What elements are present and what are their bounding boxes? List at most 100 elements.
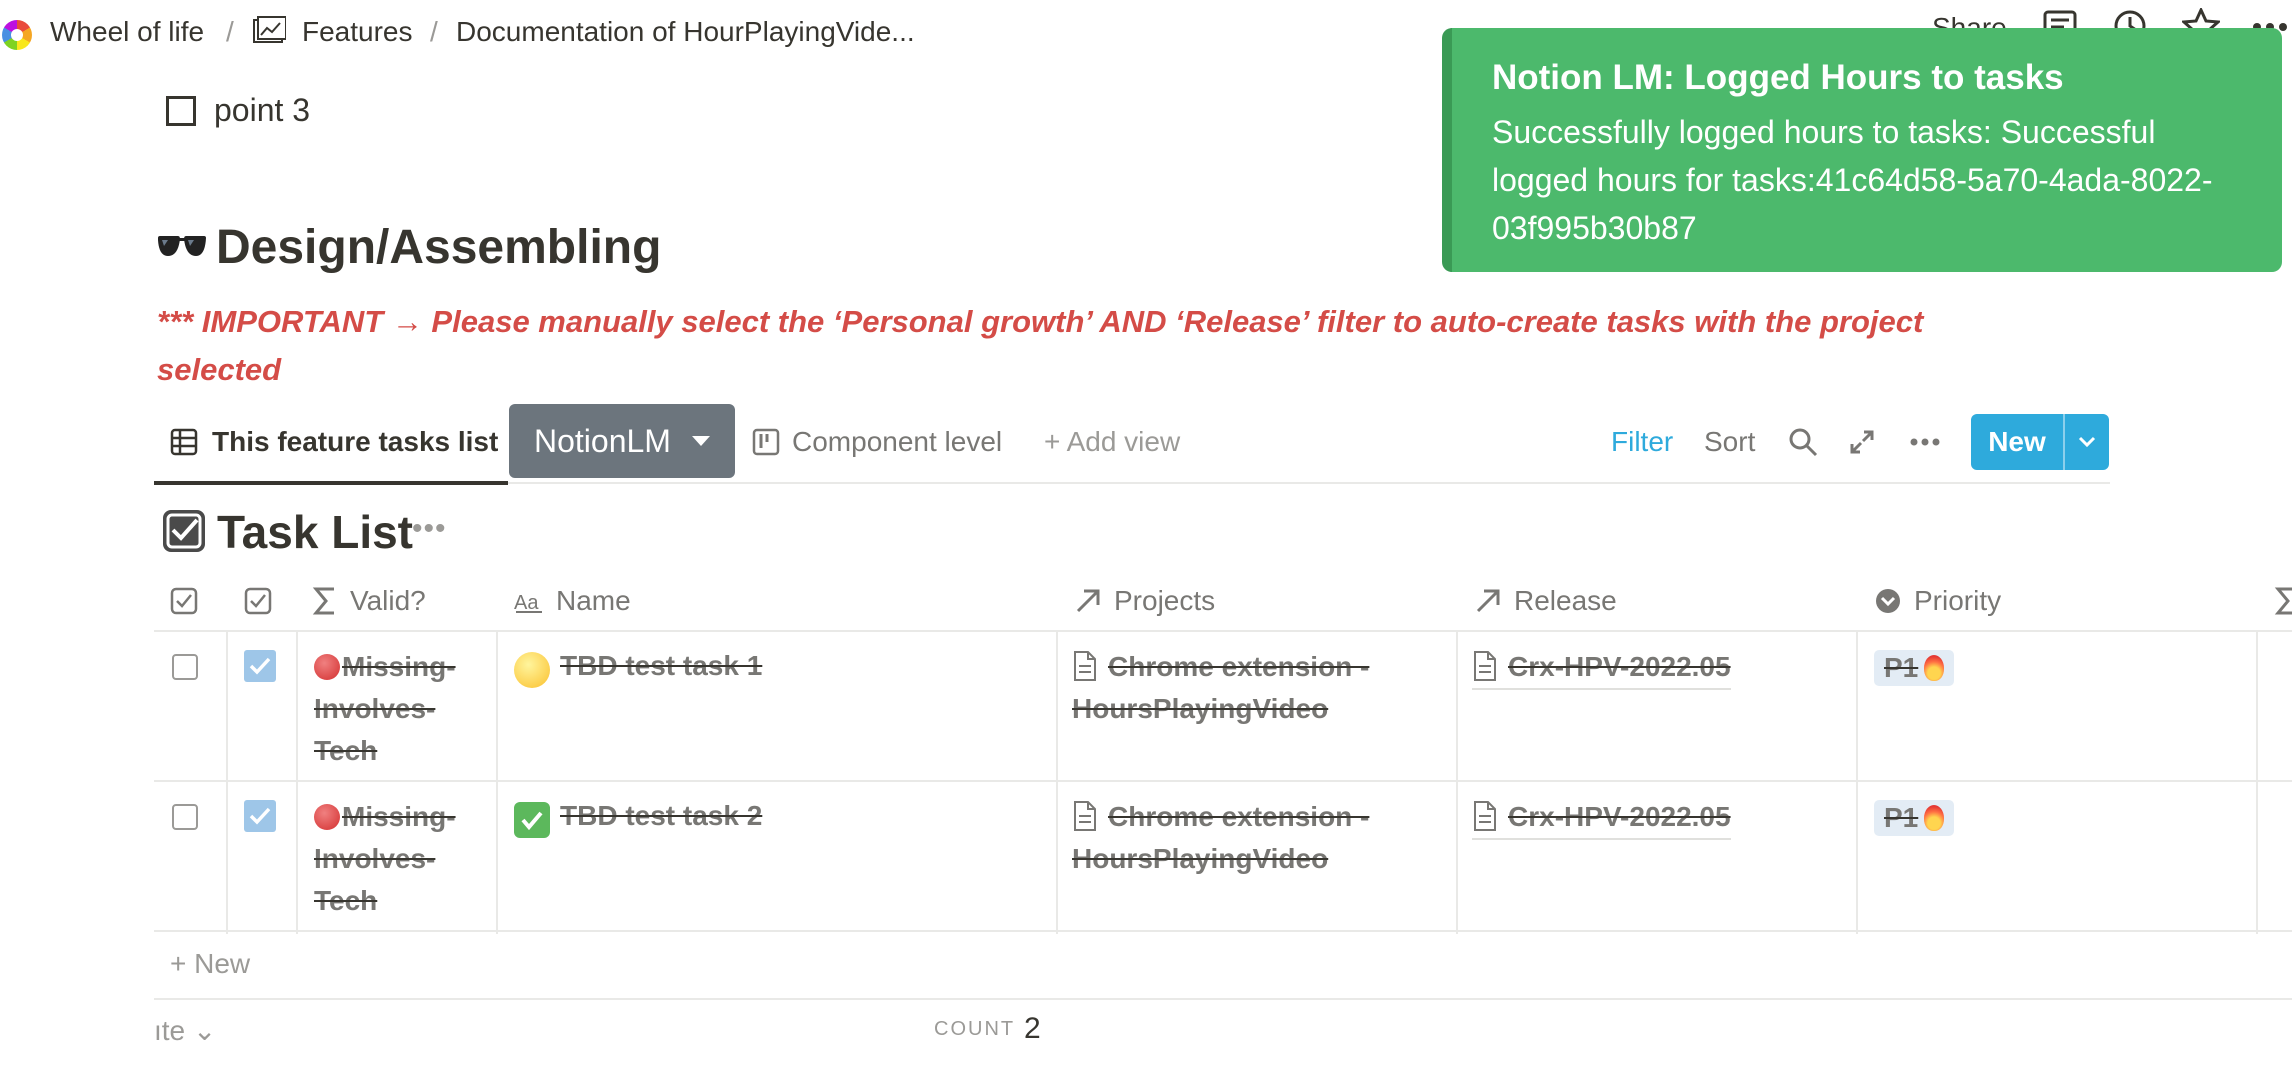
new-button[interactable]: New	[1971, 414, 2109, 470]
select-all-checkbox[interactable]	[170, 570, 210, 632]
breadcrumb-separator: /	[430, 16, 438, 47]
name-cell[interactable]: TBD test task 1	[498, 632, 1054, 782]
chart-icon	[253, 16, 286, 43]
caret-down-icon	[692, 436, 710, 446]
column-projects[interactable]: Projects	[1074, 570, 1215, 632]
more-icon	[1910, 438, 1940, 446]
expand-icon	[1850, 430, 1874, 454]
chevron-down-icon	[2078, 436, 2096, 448]
toast-message: Successfully logged hours to tasks: Succ…	[1492, 114, 2213, 246]
projects-cell[interactable]: Chrome extension - HoursPlayingVideo	[1072, 646, 1452, 796]
toast-title: Notion LM: Logged Hours to tasks	[1492, 58, 2064, 97]
important-warning[interactable]: *** IMPORTANT → Please manually select t…	[157, 298, 2017, 394]
breadcrumb-current[interactable]: Documentation of HourPlayingVide...	[456, 16, 915, 48]
tab-label: This feature tasks list	[212, 426, 499, 457]
yellow-circle-icon	[514, 652, 550, 688]
release-cell[interactable]: Crx-HPV-2022.05	[1472, 646, 1852, 796]
name-cell[interactable]: TBD test task 2	[498, 782, 1054, 932]
row-select-checkbox[interactable]	[172, 654, 198, 680]
breadcrumb-workspace[interactable]: Wheel of life	[50, 16, 204, 48]
column-formula-more[interactable]	[2274, 570, 2292, 632]
column-priority[interactable]: Priority	[1874, 570, 2001, 632]
relation-arrow-icon	[1476, 589, 1500, 613]
add-view-button[interactable]: + Add view	[1044, 400, 1180, 484]
valid-cell[interactable]: Missing-Involves-Tech	[314, 782, 494, 932]
release-link[interactable]: Crx-HPV-2022.05	[1508, 801, 1731, 832]
priority-cell[interactable]: P1	[1858, 632, 2254, 782]
search-icon	[1789, 428, 1818, 457]
search-button[interactable]	[1788, 400, 1818, 484]
table-row[interactable]: Missing-Involves-Tech TBD test task 2 Ch…	[154, 782, 2292, 932]
text-property-icon: Aa	[514, 592, 542, 613]
page-icon	[1074, 651, 1096, 681]
page-icon	[1074, 801, 1096, 831]
row-select-checkbox[interactable]	[172, 804, 198, 830]
column-name[interactable]: Aa Name	[514, 570, 631, 632]
select-property-icon	[1876, 589, 1900, 613]
todo-label[interactable]: point 3	[214, 92, 310, 129]
wheel-logo-icon[interactable]	[2, 20, 32, 50]
priority-tag[interactable]: P1	[1874, 800, 1955, 836]
count-value: 2	[1024, 1012, 1041, 1045]
tab-component-level[interactable]: Component level	[752, 400, 1002, 484]
view-options-button[interactable]	[1910, 400, 1940, 484]
red-circle-icon	[314, 654, 340, 680]
column-label: Priority	[1914, 585, 2002, 616]
green-check-icon	[514, 802, 550, 838]
fire-icon	[1924, 655, 1945, 681]
checkbox-property-icon	[244, 587, 272, 615]
calculate-dropdown[interactable]: ıte ⌄	[154, 1014, 216, 1047]
priority-value: P1	[1884, 652, 1919, 683]
done-checkbox[interactable]	[244, 650, 276, 682]
page-icon	[1474, 801, 1496, 831]
task-name[interactable]: TBD test task 2	[560, 800, 762, 832]
section-heading[interactable]: Design/Assembling	[216, 220, 661, 275]
database-title[interactable]: Task List	[217, 505, 413, 559]
sunglasses-icon	[158, 236, 206, 256]
task-name[interactable]: TBD test task 1	[560, 650, 762, 682]
checkbox-icon	[170, 587, 198, 615]
priority-value: P1	[1884, 802, 1919, 833]
column-label: Name	[556, 585, 631, 616]
success-toast[interactable]: Notion LM: Logged Hours to tasks Success…	[1442, 28, 2282, 272]
database-options-icon[interactable]: •••	[412, 512, 447, 546]
tab-this-feature-tasks-list[interactable]: This feature tasks list	[170, 400, 498, 484]
release-link[interactable]: Crx-HPV-2022.05	[1508, 651, 1731, 682]
table-row[interactable]: Missing-Involves-Tech TBD test task 1 Ch…	[154, 632, 2292, 782]
tab-label: Component level	[792, 426, 1003, 457]
table-icon	[170, 428, 198, 456]
formula-icon	[312, 587, 334, 615]
fire-icon	[1924, 805, 1945, 831]
column-valid[interactable]: Valid?	[312, 570, 426, 632]
new-dropdown-button[interactable]	[2065, 414, 2109, 470]
column-release[interactable]: Release	[1474, 570, 1617, 632]
add-new-row-button[interactable]: + New	[170, 948, 250, 980]
done-checkbox[interactable]	[244, 800, 276, 832]
column-label: Valid?	[350, 585, 426, 616]
filter-button[interactable]: Filter	[1611, 400, 1673, 484]
notionlm-dropdown-button[interactable]: NotionLM	[509, 404, 735, 478]
column-done[interactable]	[244, 570, 284, 632]
release-cell[interactable]: Crx-HPV-2022.05	[1472, 796, 1852, 946]
priority-cell[interactable]: P1	[1858, 782, 2254, 932]
breadcrumb-parent[interactable]: Features	[302, 16, 413, 48]
new-button-label: New	[1988, 426, 2046, 457]
priority-tag[interactable]: P1	[1874, 650, 1955, 686]
red-circle-icon	[314, 804, 340, 830]
table-footer-divider	[154, 998, 2292, 1000]
open-fullpage-button[interactable]	[1848, 400, 1876, 484]
column-label: Release	[1514, 585, 1617, 616]
checklist-icon	[163, 510, 205, 552]
count-label[interactable]: COUNT	[934, 1018, 1015, 1041]
project-link[interactable]: Chrome extension - HoursPlayingVideo	[1072, 801, 1369, 874]
view-tabs: This feature tasks list NotionLM Compone…	[154, 400, 2110, 485]
sort-button[interactable]: Sort	[1704, 400, 1755, 484]
todo-checkbox[interactable]	[166, 96, 196, 126]
page-icon	[1474, 651, 1496, 681]
project-link[interactable]: Chrome extension - HoursPlayingVideo	[1072, 651, 1369, 724]
projects-cell[interactable]: Chrome extension - HoursPlayingVideo	[1072, 796, 1452, 946]
notionlm-label: NotionLM	[534, 422, 671, 459]
svg-text:Aa: Aa	[514, 592, 539, 613]
table-header-row: Valid? Aa Name Projects Release Priority	[154, 570, 2292, 632]
valid-cell[interactable]: Missing-Involves-Tech	[314, 632, 494, 782]
